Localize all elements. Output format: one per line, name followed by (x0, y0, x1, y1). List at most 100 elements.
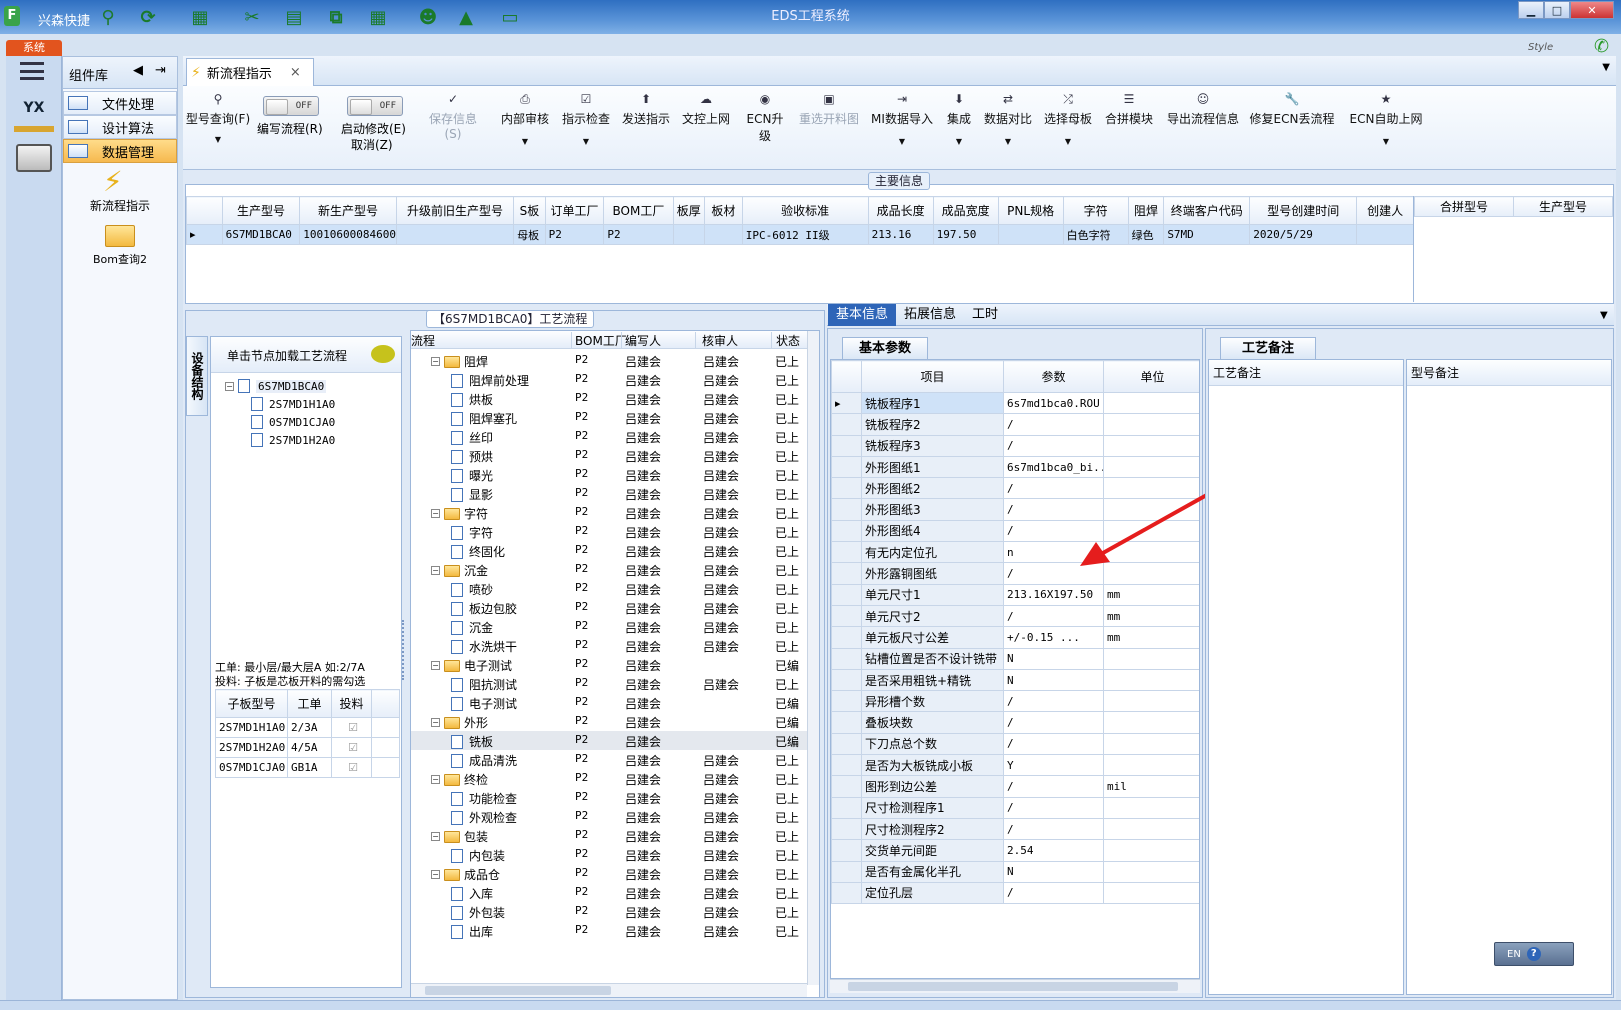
flow-step-row[interactable]: 水洗烘干 P2 吕建会 吕建会 已上 (411, 636, 807, 655)
param-row[interactable]: 定位孔层 / (831, 881, 1199, 905)
param-value-cell[interactable]: / (1003, 775, 1104, 798)
cell[interactable]: 2020/5/29 (1249, 224, 1358, 245)
flow-step-row[interactable]: 显影 P2 吕建会 吕建会 已上 (411, 484, 807, 503)
flow-group-row[interactable]: − 电子测试 P2 吕建会 已编 (411, 655, 807, 674)
col-header[interactable]: 单位 (1103, 360, 1199, 393)
flow-step-row[interactable]: 出库 P2 吕建会 吕建会 已上 (411, 921, 807, 940)
tab-basic-params[interactable]: 基本参数 (842, 337, 928, 359)
table-row[interactable]: 2S7MD1H1A0 2/3A ☑ (215, 717, 400, 738)
tree-root[interactable]: − 6S7MD1BCA0 (225, 377, 327, 395)
param-unit-cell[interactable] (1103, 839, 1199, 862)
pin-icon[interactable]: ⇥ (155, 63, 166, 78)
close-button[interactable]: ✕ (1570, 1, 1614, 19)
flow-step-row[interactable]: 终固化 P2 吕建会 吕建会 已上 (411, 541, 807, 560)
cell[interactable]: 0S7MD1CJA0 (215, 757, 288, 778)
col-header[interactable]: 板材 (704, 196, 743, 225)
col-header[interactable]: BOM工厂 (603, 196, 674, 225)
tree-node[interactable]: 0S7MD1CJA0 (251, 413, 335, 431)
phone-icon[interactable]: ✆ (1594, 36, 1609, 57)
flow-group-row[interactable]: − 字符 P2 吕建会 吕建会 已上 (411, 503, 807, 522)
cell[interactable] (1356, 224, 1413, 245)
flow-step-row[interactable]: 外包装 P2 吕建会 吕建会 已上 (411, 902, 807, 921)
param-value-cell[interactable]: N (1003, 668, 1104, 692)
param-value-cell[interactable]: 6s7md1bca0_bi... (1003, 455, 1104, 479)
param-value-cell[interactable]: / (1003, 690, 1104, 713)
param-unit-cell[interactable]: mm (1103, 583, 1199, 606)
flow-step-row[interactable]: 曝光 P2 吕建会 吕建会 已上 (411, 465, 807, 484)
export-process-button[interactable]: ☺ 导出流程信息 (1165, 92, 1241, 127)
param-unit-cell[interactable] (1103, 860, 1199, 883)
nav-item-data-management[interactable]: 数据管理 (63, 139, 177, 163)
col-header[interactable]: 项目 (861, 360, 1004, 393)
collapse-icon[interactable]: − (431, 832, 440, 841)
col-header[interactable]: PNL规格 (997, 196, 1064, 225)
param-unit-cell[interactable] (1103, 455, 1199, 479)
collapse-icon[interactable]: − (431, 566, 440, 575)
send-instruction-button[interactable]: ⬆ 发送指示 (621, 92, 671, 127)
cell[interactable]: 2/3A (287, 717, 332, 738)
col-header[interactable]: 编写人 (621, 332, 695, 349)
param-row[interactable]: ▸ 铣板程序1 6s7md1bca0.ROU (831, 391, 1199, 415)
nav-item-design-algorithm[interactable]: 设计算法 (63, 115, 177, 139)
param-unit-cell[interactable] (1103, 647, 1199, 670)
collapse-icon[interactable]: − (431, 661, 440, 670)
cell[interactable]: 2S7MD1H1A0 (215, 717, 288, 738)
nav-item-file-processing[interactable]: 文件处理 (63, 91, 177, 115)
flow-step-row[interactable]: 阻抗测试 P2 吕建会 吕建会 已上 (411, 674, 807, 693)
param-value-cell[interactable]: N (1003, 647, 1104, 670)
col-header[interactable]: 订单工厂 (544, 196, 605, 225)
flow-step-row[interactable]: 丝印 P2 吕建会 吕建会 已上 (411, 427, 807, 446)
flow-step-row[interactable]: 沉金 P2 吕建会 吕建会 已上 (411, 617, 807, 636)
shortcut-bom-query[interactable]: Bom查询2 (63, 251, 177, 267)
param-value-cell[interactable]: +/-0.15 ... (1003, 626, 1104, 649)
checkbox[interactable]: ☑ (331, 757, 372, 778)
flow-group-row[interactable]: − 沉金 P2 吕建会 吕建会 已上 (411, 560, 807, 579)
cell[interactable] (395, 224, 515, 245)
save-info-button[interactable]: ✓ 保存信息(S) (421, 92, 485, 141)
col-header[interactable]: 状态 (771, 332, 800, 349)
remark-area-process[interactable]: 工艺备注 (1208, 359, 1404, 995)
vertical-scrollbar[interactable] (807, 331, 819, 985)
param-unit-cell[interactable] (1103, 817, 1199, 841)
flow-group-row[interactable]: − 阻焊 P2 吕建会 吕建会 已上 (411, 351, 807, 370)
col-header[interactable]: 流程 (411, 332, 435, 349)
param-unit-cell[interactable] (1103, 690, 1199, 713)
col-header[interactable]: 合拼型号 (1414, 196, 1514, 217)
param-value-cell[interactable]: 213.16X197.50 (1003, 583, 1104, 606)
model-query-button[interactable]: ⚲ 型号查询(F) ▼ (185, 92, 251, 144)
param-row[interactable]: 铣板程序3/ (831, 434, 1199, 457)
flow-group-row[interactable]: − 终检 P2 吕建会 吕建会 已上 (411, 769, 807, 788)
minimize-button[interactable]: ▁ (1518, 1, 1544, 19)
write-process-toggle[interactable]: OFF (263, 96, 319, 116)
tab-process-remark[interactable]: 工艺备注 (1220, 337, 1316, 359)
horizontal-scrollbar[interactable] (411, 983, 807, 997)
param-row[interactable]: 图形到边公差 / mil (831, 775, 1199, 798)
doc-upload-button[interactable]: ☁ 文控上网 (681, 92, 731, 127)
cell[interactable]: 197.50 (932, 224, 999, 245)
collapse-left-icon[interactable]: ◀ (133, 63, 143, 78)
calculator-icon[interactable] (16, 144, 52, 172)
col-header[interactable]: 验收标准 (741, 196, 869, 225)
cell[interactable]: P2 (603, 224, 674, 245)
param-value-cell[interactable]: / (1003, 711, 1104, 734)
flow-step-row[interactable]: 内包装 P2 吕建会 吕建会 已上 (411, 845, 807, 864)
param-row[interactable]: 叠板块数 / (831, 711, 1199, 734)
col-header[interactable]: 阻焊 (1127, 196, 1165, 225)
param-unit-cell[interactable] (1103, 754, 1199, 777)
cell[interactable]: 10010600084600 (299, 224, 397, 245)
cell[interactable]: 4/5A (287, 737, 332, 758)
param-unit-cell[interactable] (1103, 434, 1199, 457)
mi-import-button[interactable]: ⇥ MI数据导入 ▼ (871, 92, 933, 146)
col-header[interactable]: 升级前旧生产型号 (395, 196, 515, 225)
cell[interactable]: S7MD (1163, 224, 1251, 245)
col-header[interactable]: 生产型号 (221, 196, 301, 225)
col-header[interactable]: 终端客户代码 (1163, 196, 1251, 225)
internal-audit-button[interactable]: ⎙ 内部审核 ▼ (499, 92, 551, 146)
collapse-icon[interactable]: − (431, 718, 440, 727)
col-header[interactable]: 参数 (1003, 360, 1104, 393)
flow-step-row[interactable]: 功能检查 P2 吕建会 吕建会 已上 (411, 788, 807, 807)
cell[interactable]: 213.16 (867, 224, 934, 245)
col-header[interactable]: 工单 (287, 689, 332, 718)
tree-node[interactable]: 2S7MD1H2A0 (251, 431, 335, 449)
param-row[interactable]: 单元板尺寸公差 +/-0.15 ... mm (831, 626, 1199, 649)
